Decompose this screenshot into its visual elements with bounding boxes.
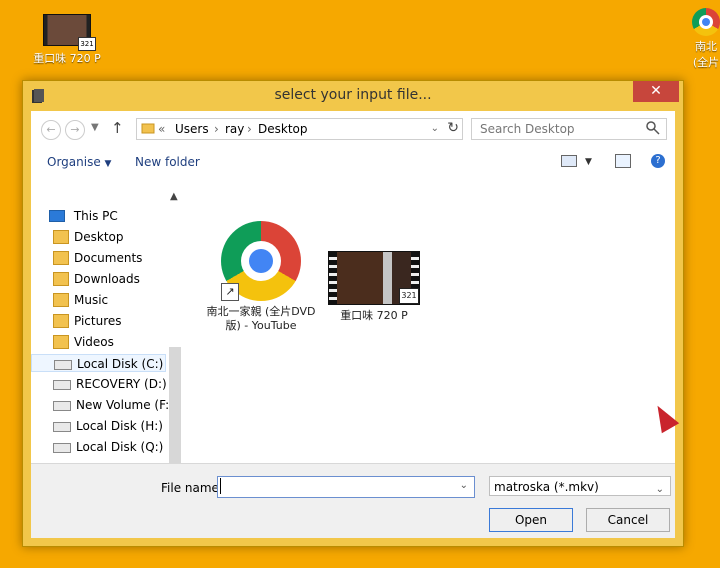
file-name: 重口味 720 P [340, 309, 408, 322]
chrome-icon: ↗ [221, 221, 301, 301]
search-input[interactable]: Search Desktop [480, 122, 575, 136]
navigation-bar: ← → ▼ ↑ « Users › ray › Desktop ⌄ ↻ Sear… [31, 111, 675, 151]
drive-icon [53, 379, 71, 390]
desktop-icon-label: 重口味 720 P [33, 52, 101, 65]
breadcrumb-users[interactable]: Users [175, 122, 209, 136]
sidebar-item-this-pc[interactable]: This PC [49, 207, 118, 225]
sidebar-label: Local Disk (H:) [76, 419, 163, 433]
video-icon: 321 [328, 251, 420, 305]
file-name-label: File name: [161, 481, 223, 495]
folder-icon [53, 334, 69, 349]
help-icon[interactable]: ? [651, 154, 665, 168]
sidebar-item-recovery-d[interactable]: RECOVERY (D:) [53, 375, 167, 393]
file-type-value: matroska (*.mkv) [494, 480, 599, 494]
video-thumbnail: 321 [43, 14, 96, 51]
open-button[interactable]: Open [489, 508, 573, 532]
dialog-titlebar[interactable]: select your input file... ✕ [23, 81, 683, 111]
sidebar-item-pictures[interactable]: Pictures [53, 312, 122, 330]
sidebar-item-music[interactable]: Music [53, 291, 108, 309]
sidebar-item-local-disk-h[interactable]: Local Disk (H:) [53, 417, 163, 435]
dialog-title: select your input file... [274, 87, 432, 103]
mouse-cursor-icon [648, 400, 680, 434]
new-folder-button[interactable]: New folder [135, 151, 200, 173]
dialog-toolbar: Organise ▼ New folder ▼ ? [31, 151, 675, 179]
drive-icon [53, 421, 71, 432]
address-bar[interactable]: « Users › ray › Desktop ⌄ ↻ [136, 118, 463, 140]
sidebar-label: Videos [74, 335, 114, 349]
sidebar-item-downloads[interactable]: Downloads [53, 270, 140, 288]
sidebar-label: RECOVERY (D:) [76, 377, 167, 391]
video-badge-icon: 321 [399, 288, 419, 304]
up-button[interactable]: ↑ [111, 119, 124, 137]
drive-icon [54, 359, 72, 370]
search-icon [646, 121, 660, 138]
dialog-footer: File name: ⌄ matroska (*.mkv) ⌄ Open Can… [31, 463, 675, 538]
sidebar-label: Local Disk (Q:) [76, 440, 164, 454]
sidebar-item-local-disk-c[interactable]: Local Disk (C:) [31, 354, 166, 372]
video-badge-icon: 321 [78, 37, 96, 51]
folder-icon [53, 229, 69, 244]
view-options-icon[interactable] [561, 155, 577, 167]
sidebar-label: Desktop [74, 230, 124, 244]
sidebar-item-videos[interactable]: Videos [53, 333, 114, 351]
sidebar-scrollbar[interactable]: ▲ ▼ [168, 183, 182, 507]
refresh-button[interactable]: ↻ [447, 120, 459, 136]
close-button[interactable]: ✕ [633, 81, 679, 102]
file-type-dropdown-icon[interactable]: ⌄ [656, 480, 664, 500]
forward-button[interactable]: → [65, 120, 85, 140]
scroll-up-icon[interactable]: ▲ [170, 191, 178, 202]
file-type-select[interactable]: matroska (*.mkv) ⌄ [489, 476, 671, 496]
sidebar-label: Local Disk (C:) [77, 357, 164, 371]
breadcrumb-desktop[interactable]: Desktop [258, 122, 308, 136]
sidebar-label: Documents [74, 251, 143, 265]
breadcrumb-overflow[interactable]: « [158, 122, 165, 136]
dialog-client: ← → ▼ ↑ « Users › ray › Desktop ⌄ ↻ Sear… [31, 111, 680, 538]
sidebar-item-documents[interactable]: Documents [53, 249, 142, 267]
breadcrumb-ray[interactable]: ray [225, 122, 244, 136]
desktop-icon-label: 南北 (全片 [692, 40, 720, 69]
cancel-button[interactable]: Cancel [586, 508, 670, 532]
organise-menu[interactable]: Organise ▼ [47, 151, 111, 175]
file-name-field[interactable]: ⌄ [217, 476, 475, 498]
file-name: 南北一家親 (全片DVD版) - YouTube [206, 305, 316, 332]
file-name-dropdown-icon[interactable]: ⌄ [460, 480, 468, 491]
folder-icon [53, 313, 69, 328]
shortcut-arrow-icon: ↗ [221, 283, 239, 301]
sidebar-label: Downloads [74, 272, 140, 286]
folder-icon [53, 250, 69, 265]
recent-dropdown-icon[interactable]: ▼ [91, 122, 99, 133]
file-list: ↗ 南北一家親 (全片DVD版) - YouTube 321 重口味 720 P [184, 183, 680, 503]
sidebar-label: Pictures [74, 314, 122, 328]
chrome-icon [692, 8, 720, 36]
view-dropdown-icon[interactable]: ▼ [585, 157, 592, 167]
file-dialog: select your input file... ✕ ← → ▼ ↑ « Us… [22, 80, 684, 547]
text-cursor [220, 478, 221, 494]
search-box[interactable]: Search Desktop [471, 118, 667, 140]
sidebar-item-new-volume-f[interactable]: New Volume (F:) [53, 396, 174, 414]
back-button[interactable]: ← [41, 120, 61, 140]
sidebar-item-desktop[interactable]: Desktop [53, 228, 124, 246]
sidebar-item-local-disk-q[interactable]: Local Disk (Q:) [53, 438, 163, 456]
preview-pane-icon[interactable] [615, 154, 631, 168]
sidebar-label: New Volume (F:) [76, 398, 174, 412]
folder-icon [53, 271, 69, 286]
folder-icon [53, 292, 69, 307]
desktop-video-shortcut[interactable]: 321 重口味 720 P [32, 14, 102, 66]
navigation-pane: This PC Desktop Documents Downloads Musi… [31, 183, 181, 483]
drive-icon [53, 400, 71, 411]
organise-label: Organise [47, 155, 101, 169]
dropdown-icon: ▼ [104, 159, 112, 169]
sidebar-label: This PC [73, 209, 118, 223]
file-item-video[interactable]: 321 重口味 720 P [319, 251, 429, 323]
file-item-chrome-shortcut[interactable]: ↗ 南北一家親 (全片DVD版) - YouTube [206, 221, 316, 333]
computer-icon [49, 209, 65, 222]
desktop-chrome-shortcut[interactable]: 南北 (全片 [686, 8, 720, 70]
sidebar-label: Music [74, 293, 109, 307]
drive-icon [53, 442, 71, 453]
address-dropdown-icon[interactable]: ⌄ [431, 123, 439, 134]
folder-path-icon [141, 121, 155, 138]
